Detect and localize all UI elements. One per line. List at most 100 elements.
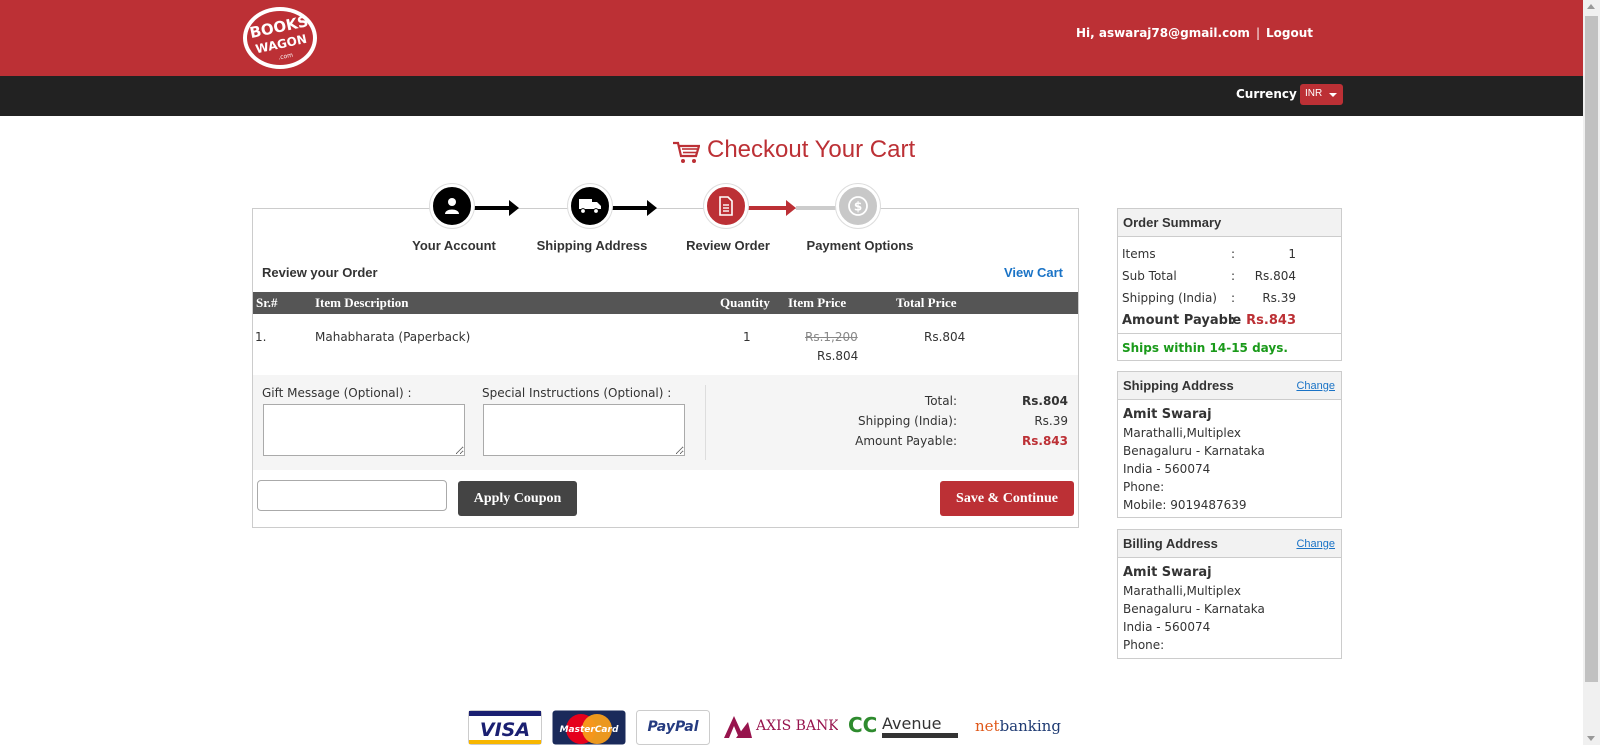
shipping-value: Rs.39 bbox=[1034, 414, 1068, 428]
billing-address-title: Billing Address bbox=[1123, 536, 1218, 551]
step-your-account[interactable] bbox=[430, 184, 474, 228]
table-row: 1. Mahabharata (Paperback) 1 Rs.1,200 Rs… bbox=[253, 322, 1078, 374]
netbanking-logo: netbanking bbox=[975, 717, 1061, 735]
shipping-address-title: Shipping Address bbox=[1123, 378, 1234, 393]
order-summary-heading: Order Summary bbox=[1118, 209, 1341, 237]
step-shipping-address[interactable] bbox=[568, 184, 612, 228]
order-summary-box: Order Summary bbox=[1117, 208, 1342, 361]
currency-select[interactable]: INR bbox=[1300, 84, 1343, 105]
truck-icon bbox=[579, 199, 601, 214]
summary-items-label: Items bbox=[1122, 247, 1156, 261]
special-instructions-label: Special Instructions (Optional) : bbox=[482, 386, 672, 400]
bookswagon-logo[interactable]: BOOKS WAGON .com bbox=[242, 6, 318, 70]
step-connector bbox=[796, 206, 836, 210]
header-separator: | bbox=[1255, 26, 1260, 40]
summary-shipping-value: Rs.39 bbox=[1262, 291, 1296, 305]
col-total-price: Total Price bbox=[896, 295, 957, 310]
shipping-line: Phone: bbox=[1123, 480, 1165, 494]
billing-line: Marathalli,Multiplex bbox=[1123, 584, 1242, 598]
shipping-line: India - 560074 bbox=[1123, 462, 1211, 476]
user-area: Hi, aswaraj78@gmail.com | Logout bbox=[1076, 26, 1313, 40]
save-continue-button[interactable]: Save & Continue bbox=[940, 481, 1074, 516]
shipping-label: Shipping (India): bbox=[857, 414, 957, 428]
billing-line: Phone: bbox=[1123, 638, 1165, 652]
change-shipping-link[interactable]: Change bbox=[1296, 380, 1335, 392]
scroll-up-icon[interactable] bbox=[1587, 4, 1595, 9]
logout-link[interactable]: Logout bbox=[1266, 26, 1313, 40]
step-label-payment-options: Payment Options bbox=[806, 238, 914, 253]
netbanking-net: net bbox=[975, 717, 1000, 735]
summary-payable-label: Amount Payable bbox=[1122, 313, 1242, 328]
step-arrow-icon bbox=[786, 200, 796, 216]
billing-address-box: Billing Address Change Amit Swaraj Marat… bbox=[1117, 529, 1342, 659]
amount-payable-value: Rs.843 bbox=[1022, 434, 1068, 448]
billing-line: Benagaluru - Karnataka bbox=[1123, 602, 1265, 616]
apply-coupon-button[interactable]: Apply Coupon bbox=[458, 481, 577, 516]
col-quantity: Quantity bbox=[720, 295, 770, 310]
visa-logo: VISA bbox=[468, 710, 542, 745]
row-sr: 1. bbox=[255, 330, 267, 344]
billing-address-heading: Billing Address Change bbox=[1118, 530, 1341, 558]
scrollbar[interactable] bbox=[1583, 0, 1600, 745]
total-label: Total: bbox=[924, 394, 957, 408]
ccavenue-text: Avenue bbox=[882, 714, 941, 733]
user-icon bbox=[445, 198, 459, 214]
billing-line: India - 560074 bbox=[1123, 620, 1211, 634]
shipping-name: Amit Swaraj bbox=[1123, 407, 1212, 422]
billing-name: Amit Swaraj bbox=[1123, 565, 1212, 580]
svg-text:$: $ bbox=[854, 200, 862, 214]
visa-text: VISA bbox=[480, 719, 530, 741]
shipping-address-box: Shipping Address Change Amit Swaraj Mara… bbox=[1117, 371, 1342, 518]
special-instructions-field[interactable] bbox=[483, 404, 685, 456]
scroll-down-icon[interactable] bbox=[1587, 736, 1595, 741]
document-icon bbox=[719, 196, 733, 216]
svg-text:netbanking: netbanking bbox=[975, 717, 1061, 735]
payment-logos: VISA MasterCard PayPal AXIS BANK CC Aven… bbox=[468, 710, 1068, 745]
summary-sep: : bbox=[1231, 269, 1236, 283]
step-label-review-order: Review Order bbox=[686, 238, 770, 253]
gift-message-label: Gift Message (Optional) : bbox=[262, 386, 412, 400]
divider bbox=[1118, 333, 1341, 334]
row-quantity: 1 bbox=[743, 330, 751, 344]
total-value: Rs.804 bbox=[1022, 394, 1068, 408]
summary-sep: : bbox=[1231, 291, 1236, 305]
page-title: Checkout Your Cart bbox=[672, 136, 915, 164]
mastercard-text: MasterCard bbox=[560, 725, 619, 735]
checkout-steps: $ Your Account Shipping Address Review O… bbox=[412, 184, 913, 264]
step-payment-options[interactable]: $ bbox=[836, 184, 880, 228]
shipping-line: Marathalli,Multiplex bbox=[1123, 426, 1242, 440]
paypal-logo: PayPal bbox=[636, 710, 710, 745]
summary-subtotal-value: Rs.804 bbox=[1254, 269, 1296, 283]
ccavenue-logo: CC Avenue bbox=[848, 713, 958, 738]
summary-sep: : bbox=[1230, 313, 1235, 327]
view-cart-link[interactable]: View Cart bbox=[1004, 265, 1063, 280]
coupon-input[interactable] bbox=[257, 480, 447, 511]
divider bbox=[705, 385, 706, 460]
netbanking-banking: banking bbox=[1000, 717, 1062, 735]
step-arrow-icon bbox=[647, 200, 657, 216]
scroll-thumb[interactable] bbox=[1585, 16, 1598, 682]
page-title-text: Checkout Your Cart bbox=[707, 136, 916, 163]
step-label-your-account: Your Account bbox=[412, 238, 496, 253]
step-arrow-icon bbox=[509, 200, 519, 216]
summary-sep: : bbox=[1231, 247, 1236, 261]
review-heading: Review your Order bbox=[262, 265, 378, 280]
row-description[interactable]: Mahabharata (Paperback) bbox=[315, 330, 470, 344]
currency-bar bbox=[0, 76, 1583, 116]
shipping-line: Mobile: 9019487639 bbox=[1123, 498, 1247, 512]
change-billing-link[interactable]: Change bbox=[1296, 538, 1335, 550]
amount-payable-label: Amount Payable: bbox=[855, 434, 957, 448]
shipping-line: Benagaluru - Karnataka bbox=[1123, 444, 1265, 458]
site-header: BOOKS WAGON .com Hi, aswaraj78@gmail.com… bbox=[0, 0, 1583, 76]
step-label-shipping-address: Shipping Address bbox=[536, 238, 648, 253]
currency-label: Currency bbox=[1236, 87, 1297, 101]
gift-message-field[interactable] bbox=[263, 404, 465, 456]
row-mrp: Rs.1,200 bbox=[805, 330, 858, 344]
axis-text: AXIS BANK bbox=[755, 718, 838, 734]
chevron-down-icon bbox=[1329, 93, 1337, 97]
shipping-address-heading: Shipping Address Change bbox=[1118, 372, 1341, 400]
col-sr: Sr.# bbox=[256, 295, 278, 310]
order-table-header: Sr.# Item Description Quantity Item Pric… bbox=[253, 292, 1078, 314]
col-description: Item Description bbox=[315, 295, 409, 310]
step-review-order[interactable] bbox=[704, 184, 748, 228]
